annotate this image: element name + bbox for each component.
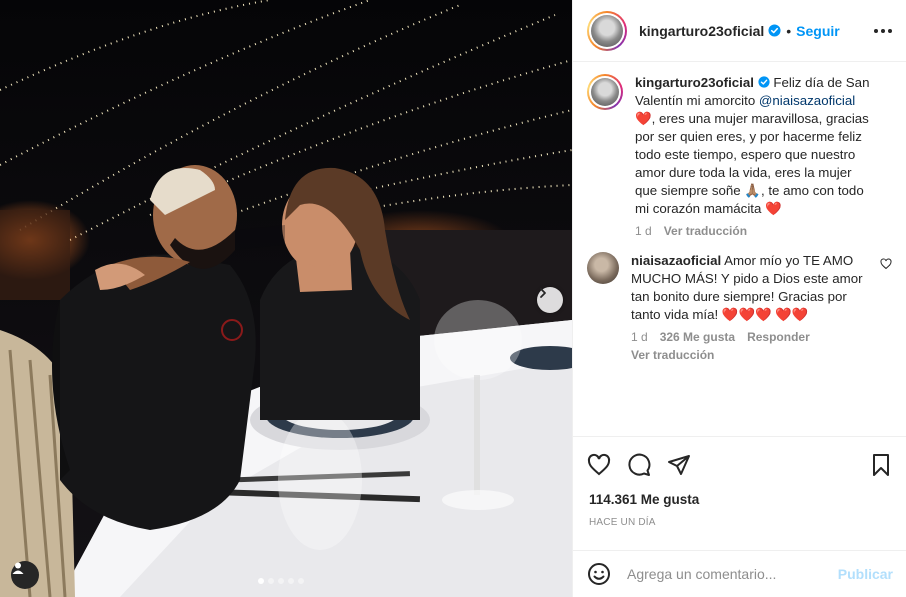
tagged-users-button[interactable]	[11, 561, 39, 589]
follow-button[interactable]: Seguir	[796, 23, 840, 39]
post-side-panel: kingarturo23oficial • Seguir kingarturo2…	[572, 0, 906, 597]
caption-pray-emoji: 🙏🏽	[744, 183, 761, 198]
carousel-indicator	[258, 578, 304, 584]
carousel-dot	[278, 578, 284, 584]
likes-count[interactable]: 114.361 Me gusta	[589, 492, 699, 507]
comment-input[interactable]	[627, 566, 838, 582]
post-header: kingarturo23oficial • Seguir	[573, 0, 906, 62]
chevron-right-icon	[540, 288, 546, 298]
comment-hearts: ❤️❤️❤️ ❤️❤️	[721, 307, 809, 322]
share-icon[interactable]	[667, 453, 691, 477]
heart-icon[interactable]	[587, 453, 611, 477]
caption-meta: 1 d Ver traducción	[635, 224, 871, 238]
comment-likes[interactable]: 326 Me gusta	[660, 330, 735, 344]
comment-composer: Publicar	[573, 550, 906, 597]
comment-text: niaisazaoficial Amor mío yo TE AMO MUCHO…	[631, 252, 867, 324]
carousel-dot	[258, 578, 264, 584]
post-photo[interactable]	[0, 0, 572, 597]
caption-avatar[interactable]	[587, 74, 623, 110]
carousel-dot	[288, 578, 294, 584]
carousel-dot	[298, 578, 304, 584]
header-separator: •	[786, 22, 792, 39]
comment-heart-icon[interactable]	[880, 258, 892, 270]
post-timestamp: HACE UN DÍA	[589, 517, 656, 528]
author-username[interactable]: kingarturo23oficial	[639, 23, 764, 39]
caption-username[interactable]: kingarturo23oficial	[635, 75, 754, 90]
caption-age[interactable]: 1 d	[635, 224, 652, 238]
author-avatar[interactable]	[587, 10, 627, 51]
comment-reply-button[interactable]: Responder	[747, 330, 810, 344]
post-actions	[573, 436, 906, 492]
comment-item: niaisazaoficial Amor mío yo TE AMO MUCHO…	[587, 252, 892, 362]
photo-image	[0, 0, 572, 597]
comment-meta: 1 d 326 Me gusta Responder	[631, 330, 867, 344]
emoji-icon[interactable]	[587, 562, 611, 586]
caption-text: kingarturo23oficial Feliz día de San Val…	[635, 74, 871, 218]
comments-list: kingarturo23oficial Feliz día de San Val…	[573, 62, 906, 436]
publish-button[interactable]: Publicar	[838, 566, 893, 582]
bookmark-icon[interactable]	[869, 453, 893, 477]
caption-mention[interactable]: @niaisazaoficial	[759, 93, 855, 108]
commenter-username[interactable]: niaisazaoficial	[631, 253, 721, 268]
verified-badge-icon	[758, 76, 770, 88]
verified-badge-icon	[768, 24, 781, 37]
caption-translate[interactable]: Ver traducción	[664, 224, 747, 238]
tag-user-icon	[12, 562, 24, 574]
next-photo-button[interactable]	[537, 287, 563, 313]
commenter-avatar[interactable]	[587, 252, 619, 284]
comment-icon[interactable]	[627, 453, 651, 477]
more-options-icon[interactable]	[874, 28, 892, 33]
comment-age[interactable]: 1 d	[631, 330, 648, 344]
caption-heart-emoji: ❤️	[635, 111, 652, 126]
caption-heart-emoji-end: ❤️	[765, 201, 782, 216]
carousel-dot	[268, 578, 274, 584]
caption: kingarturo23oficial Feliz día de San Val…	[587, 74, 892, 238]
comment-translate[interactable]: Ver traducción	[631, 348, 867, 362]
